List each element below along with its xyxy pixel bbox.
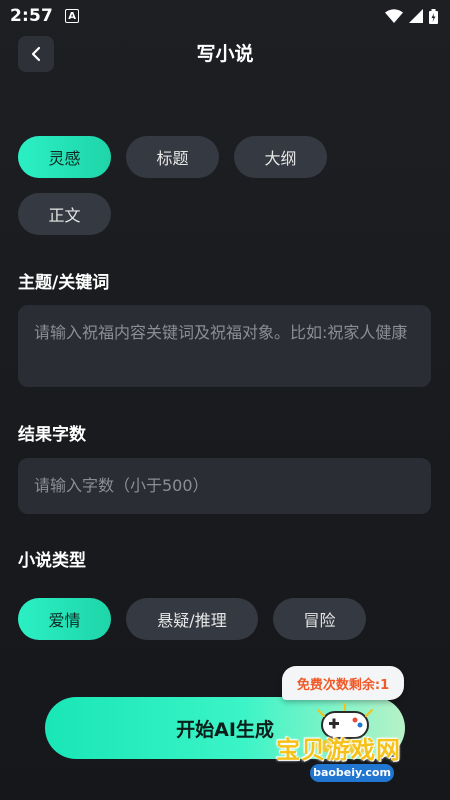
type-option-label: 悬疑/推理 <box>157 611 227 630</box>
tab-body-text[interactable]: 正文 <box>18 193 111 235</box>
tab-label: 灵感 <box>48 149 81 168</box>
tab-label: 标题 <box>156 149 189 168</box>
status-time: 2:57 <box>10 6 54 26</box>
word-count-input[interactable]: 请输入字数（小于500） <box>18 458 431 514</box>
topic-input[interactable]: 请输入祝福内容关键词及祝福对象。比如:祝家人健康 <box>18 305 431 387</box>
word-count-placeholder: 请输入字数（小于500） <box>34 476 209 495</box>
word-count-label: 结果字数 <box>18 425 86 445</box>
header: 写小说 <box>0 36 450 72</box>
signal-icon <box>409 9 423 23</box>
watermark-text: 宝贝游戏网 <box>276 736 401 764</box>
status-icons <box>385 8 438 24</box>
watermark: 宝贝游戏网 baobeiy.com <box>270 700 450 800</box>
status-bar: 2:57 A <box>0 0 450 32</box>
wifi-icon <box>385 9 403 23</box>
free-uses-text: 免费次数剩余:1 <box>296 677 390 693</box>
novel-type-label: 小说类型 <box>18 551 86 571</box>
topic-label: 主题/关键词 <box>18 273 110 293</box>
status-left: 2:57 A <box>10 6 80 26</box>
type-option-mystery[interactable]: 悬疑/推理 <box>126 598 258 640</box>
chevron-left-icon <box>31 46 41 62</box>
back-button[interactable] <box>18 36 54 72</box>
type-option-romance[interactable]: 爱情 <box>18 598 111 640</box>
type-option-adventure[interactable]: 冒险 <box>273 598 366 640</box>
type-option-label: 冒险 <box>303 611 336 630</box>
tab-label: 大纲 <box>264 149 297 168</box>
tab-label: 正文 <box>48 206 81 225</box>
tab-inspiration[interactable]: 灵感 <box>18 136 111 178</box>
notification-badge-icon: A <box>65 9 80 23</box>
battery-icon <box>429 8 438 24</box>
watermark-url: baobeiy.com <box>310 764 394 782</box>
tab-outline[interactable]: 大纲 <box>234 136 327 178</box>
tab-title[interactable]: 标题 <box>126 136 219 178</box>
free-uses-badge: 免费次数剩余:1 <box>282 666 404 700</box>
page-title: 写小说 <box>196 43 254 65</box>
generate-label: 开始AI生成 <box>176 718 274 741</box>
type-option-label: 爱情 <box>48 611 81 630</box>
topic-placeholder: 请输入祝福内容关键词及祝福对象。比如:祝家人健康 <box>34 323 408 342</box>
